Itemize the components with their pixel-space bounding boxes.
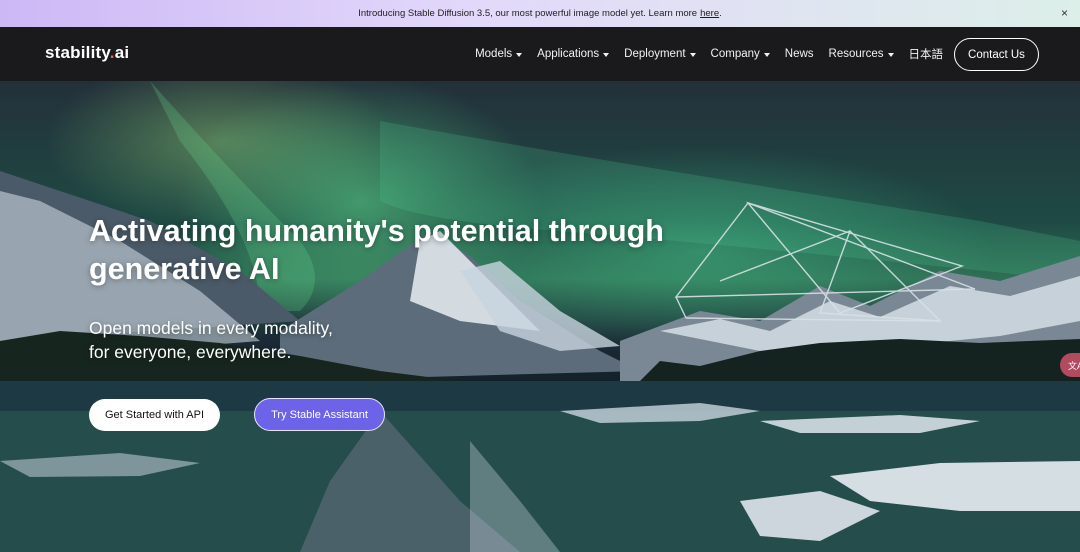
nav-item-resources[interactable]: Resources xyxy=(829,48,894,60)
nav-item-news[interactable]: News xyxy=(785,48,814,60)
nav-item-label: Applications xyxy=(537,48,600,60)
hero-subline: Open models in every modality, for every… xyxy=(89,316,489,364)
nav-item-japanese[interactable]: 日本語 xyxy=(909,46,944,62)
nav-item-models[interactable]: Models xyxy=(475,48,523,60)
try-stable-assistant-button[interactable]: Try Stable Assistant xyxy=(254,398,385,431)
chevron-down-icon xyxy=(689,52,696,57)
nav-item-label: Models xyxy=(475,48,513,60)
nav-item-label: News xyxy=(784,48,814,60)
nav-item-label: Deployment xyxy=(624,48,686,60)
hero-headline: Activating humanity's potential through … xyxy=(89,214,664,286)
nav-item-deployment[interactable]: Deployment xyxy=(624,48,696,60)
nav-item-applications[interactable]: Applications xyxy=(537,48,610,60)
nav-item-label: 日本語 xyxy=(908,49,944,61)
nav-item-company[interactable]: Company xyxy=(711,48,770,60)
announcement-bar: Introducing Stable Diffusion 3.5, our mo… xyxy=(0,0,1080,27)
announcement-text: Introducing Stable Diffusion 3.5, our mo… xyxy=(358,8,698,19)
announcement-link[interactable]: here xyxy=(700,8,719,19)
top-navbar: stability.ai Models Applications Deploym… xyxy=(0,27,1080,81)
chevron-down-icon xyxy=(887,52,894,57)
main-menu: Models Applications Deployment Company N… xyxy=(475,27,943,81)
chevron-down-icon xyxy=(516,52,523,57)
chevron-down-icon xyxy=(763,52,770,57)
nav-item-label: Resources xyxy=(828,48,884,60)
logo-text-end: ai xyxy=(114,43,130,62)
nav-item-label: Company xyxy=(710,48,760,60)
chevron-down-icon xyxy=(603,52,610,57)
logo[interactable]: stability.ai xyxy=(45,43,129,63)
close-icon[interactable]: × xyxy=(1061,6,1068,20)
contact-us-button[interactable]: Contact Us xyxy=(954,38,1039,71)
announcement-suffix: . xyxy=(719,8,722,19)
logo-text-main: stability xyxy=(45,43,110,62)
hero-subline-line-2: for everyone, everywhere. xyxy=(89,342,292,362)
hero-section: Activating humanity's potential through … xyxy=(0,81,1080,552)
hero-subline-line-1: Open models in every modality, xyxy=(89,318,333,338)
translate-label: 文A xyxy=(1068,360,1080,371)
translate-icon[interactable]: 文A xyxy=(1060,353,1080,377)
get-started-api-button[interactable]: Get Started with API xyxy=(89,399,220,431)
